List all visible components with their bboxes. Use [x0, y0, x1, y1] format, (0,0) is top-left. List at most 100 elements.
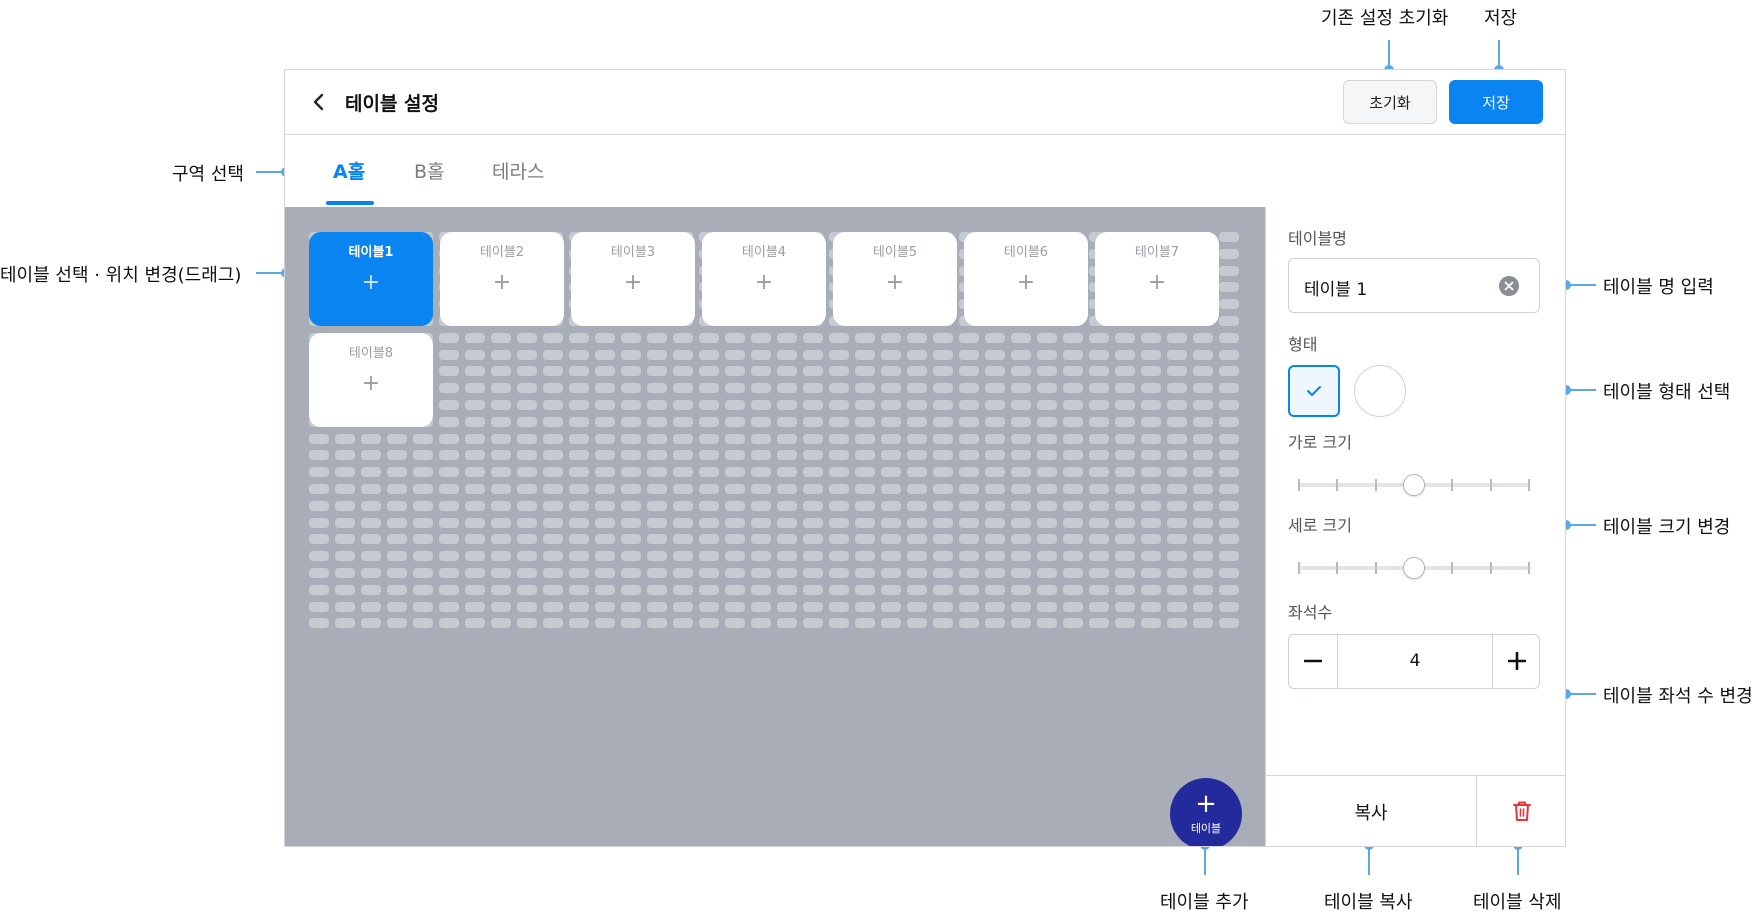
tab-b-hall[interactable]: B홀 [414, 157, 445, 184]
grid-cell [1167, 383, 1187, 393]
grid-cell [881, 518, 901, 528]
grid-cell [933, 366, 953, 376]
grid-cell [855, 484, 875, 494]
tab-terrace[interactable]: 테라스 [492, 157, 544, 184]
grid-cell [465, 434, 485, 444]
shape-square-option[interactable] [1288, 365, 1340, 417]
back-button[interactable] [307, 90, 331, 114]
grid-cell [1011, 618, 1031, 628]
clear-circle-icon[interactable] [1499, 276, 1519, 296]
grid-cell [985, 400, 1005, 410]
grid-cell [829, 467, 849, 477]
table-card[interactable]: 테이블8 + [309, 333, 433, 427]
table-card[interactable]: 테이블4 + [702, 232, 826, 326]
grid-cell [1115, 400, 1135, 410]
table-card[interactable]: 테이블7 + [1095, 232, 1219, 326]
grid-cell [517, 417, 537, 427]
grid-cell [907, 551, 927, 561]
table-name-label: 테이블명 [1288, 229, 1347, 248]
grid-cell [439, 383, 459, 393]
grid-cell [1219, 417, 1239, 427]
grid-cell [959, 450, 979, 460]
grid-cell [439, 501, 459, 511]
grid-cell [1219, 434, 1239, 444]
grid-cell [1011, 518, 1031, 528]
increase-seats-button[interactable] [1492, 635, 1539, 688]
height-slider[interactable] [1298, 557, 1530, 579]
grid-cell [855, 434, 875, 444]
grid-cell [751, 585, 771, 595]
grid-cell [491, 585, 511, 595]
add-table-button[interactable]: + 테이블 [1170, 778, 1242, 846]
grid-cell [959, 618, 979, 628]
grid-cell [543, 450, 563, 460]
grid-cell [647, 602, 667, 612]
table-name-input[interactable]: 테이블 1 [1288, 258, 1540, 313]
annotation-add: 테이블 추가 [1160, 892, 1249, 913]
grid-cell [361, 551, 381, 561]
width-slider[interactable] [1298, 474, 1530, 496]
grid-cell [1089, 400, 1109, 410]
grid-cell [1037, 366, 1057, 376]
grid-cell [465, 534, 485, 544]
grid-cell [335, 501, 355, 511]
active-tab-indicator [326, 201, 374, 205]
grid-cell [361, 518, 381, 528]
grid-cell [1219, 350, 1239, 360]
grid-cell [309, 501, 329, 511]
table-card[interactable]: 테이블1 + [309, 232, 433, 326]
grid-cell [387, 618, 407, 628]
grid-cell [1167, 534, 1187, 544]
grid-cell [1063, 602, 1083, 612]
grid-cell [855, 350, 875, 360]
grid-cell [361, 585, 381, 595]
shape-circle-option[interactable] [1354, 365, 1406, 417]
grid-cell [465, 450, 485, 460]
decrease-seats-button[interactable] [1289, 635, 1338, 688]
table-name-value: 테이블 1 [1304, 280, 1368, 300]
grid-cell [777, 450, 797, 460]
grid-cell [725, 333, 745, 343]
grid-cell [647, 467, 667, 477]
table-card[interactable]: 테이블3 + [571, 232, 695, 326]
width-slider-thumb[interactable] [1403, 474, 1425, 496]
grid-cell [907, 400, 927, 410]
grid-cell [1141, 518, 1161, 528]
height-slider-thumb[interactable] [1403, 557, 1425, 579]
grid-cell [725, 417, 745, 427]
seats-label: 좌석수 [1288, 603, 1333, 622]
grid-cell [881, 551, 901, 561]
delete-table-button[interactable] [1476, 776, 1565, 846]
grid-cell [569, 568, 589, 578]
grid-cell [1193, 417, 1213, 427]
grid-cell [309, 618, 329, 628]
grid-cell [595, 366, 615, 376]
grid-cell [569, 366, 589, 376]
annotation-name: 테이블 명 입력 [1603, 277, 1714, 298]
grid-cell [1219, 602, 1239, 612]
grid-cell [413, 618, 433, 628]
grid-cell [413, 501, 433, 511]
grid-cell [1193, 450, 1213, 460]
grid-cell [1167, 434, 1187, 444]
grid-cell [543, 434, 563, 444]
grid-cell [699, 350, 719, 360]
table-card[interactable]: 테이블5 + [833, 232, 957, 326]
grid-cell [1063, 467, 1083, 477]
grid-cell [1063, 434, 1083, 444]
grid-cell [543, 333, 563, 343]
copy-table-button[interactable]: 복사 [1266, 776, 1476, 846]
slider-tick [1528, 479, 1530, 491]
grid-cell [855, 366, 875, 376]
tab-a-hall[interactable]: A홀 [333, 157, 365, 184]
table-card[interactable]: 테이블6 + [964, 232, 1088, 326]
grid-cell [959, 484, 979, 494]
grid-cell [881, 383, 901, 393]
grid-cell [673, 467, 693, 477]
save-button[interactable]: 저장 [1449, 80, 1543, 124]
grid-cell [595, 602, 615, 612]
grid-cell [1063, 551, 1083, 561]
table-card[interactable]: 테이블2 + [440, 232, 564, 326]
floor-canvas[interactable]: 테이블1 + 테이블2 + 테이블3 + 테이블4 + 테이블5 + 테이블6 + 테이블7 + 테이블8 +… [285, 207, 1265, 846]
reset-button[interactable]: 초기화 [1343, 80, 1437, 124]
